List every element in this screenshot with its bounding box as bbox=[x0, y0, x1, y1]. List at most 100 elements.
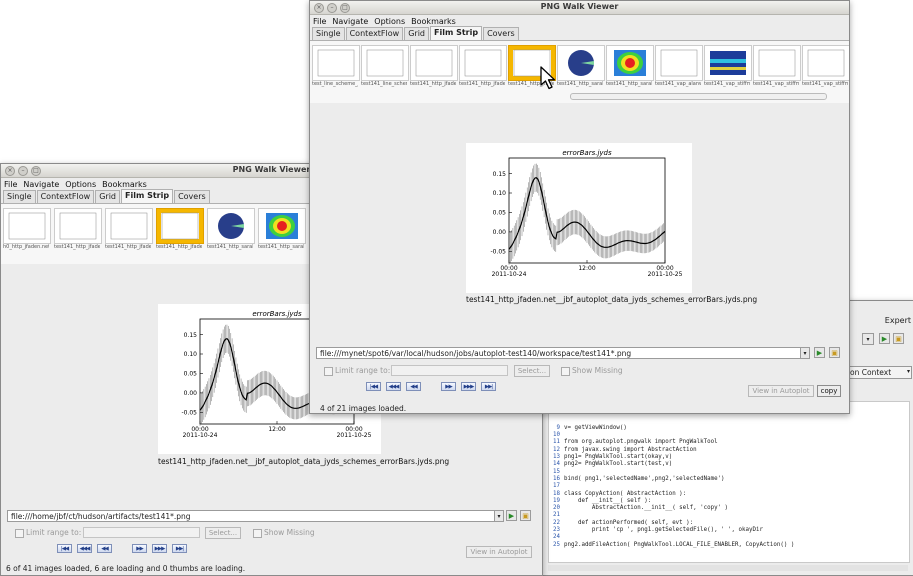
editor-combo[interactable]: ▾ bbox=[862, 333, 874, 345]
show-missing-checkbox[interactable] bbox=[253, 529, 262, 538]
plot-image: errorBars.jyds 0.15 0.10 0.05 0.00 -0.05 00:00… bbox=[466, 143, 692, 293]
x-date-label: 2011-10-24 bbox=[183, 432, 218, 439]
limit-range-checkbox[interactable] bbox=[324, 367, 333, 376]
limit-range-label: Limit range to: bbox=[26, 528, 82, 537]
thumbnail[interactable] bbox=[312, 45, 360, 81]
context-dropdown[interactable]: tion Context ▾ bbox=[842, 366, 912, 379]
thumbnail[interactable] bbox=[802, 45, 849, 81]
thumbnail-label: test141_vap_alanwade_RBSP-a bbox=[655, 81, 701, 87]
nav-buttons: |◀◀ ◀◀◀ ◀◀ ▶▶ ▶▶▶ ▶▶| bbox=[366, 382, 506, 392]
nav-button[interactable]: ◀◀ bbox=[406, 382, 421, 391]
code-area[interactable]: 9 10 11 12 13 14 15 16 17 18 19 20 21 22… bbox=[548, 401, 910, 563]
thumbnail[interactable] bbox=[410, 45, 458, 81]
nav-button[interactable]: ◀◀ bbox=[97, 544, 112, 553]
thumbnail-label: test141_http_jfaden.net__jbf_au bbox=[156, 244, 202, 250]
tab-contextflow[interactable]: ContextFlow bbox=[36, 190, 95, 203]
show-missing-checkbox[interactable] bbox=[561, 367, 570, 376]
y-tick-label: 0.10 bbox=[184, 351, 198, 358]
menu-options[interactable]: Options bbox=[374, 17, 405, 26]
limit-range-checkbox[interactable] bbox=[15, 529, 24, 538]
tab-film-strip[interactable]: Film Strip bbox=[430, 26, 483, 40]
nav-button[interactable]: ◀◀◀ bbox=[386, 382, 401, 391]
url-dropdown[interactable]: ▾ bbox=[494, 510, 504, 522]
thumbnail-label: test141_vap_stiffm_home_jbf_vo bbox=[704, 81, 750, 87]
tab-contextflow[interactable]: ContextFlow bbox=[345, 27, 404, 40]
window-title: PNG Walk Viewer bbox=[540, 2, 619, 11]
nav-button[interactable]: ▶▶▶ bbox=[461, 382, 476, 391]
tab-film-strip[interactable]: Film Strip bbox=[121, 189, 174, 203]
nav-button[interactable]: ▶▶ bbox=[132, 544, 147, 553]
film-strip[interactable]: test_line_scheme_jyd_jy_nulluntest141_li… bbox=[310, 41, 849, 103]
go-button[interactable]: ▶ bbox=[506, 510, 517, 521]
show-missing-label: Show Missing bbox=[264, 528, 315, 537]
nav-button[interactable]: |◀◀ bbox=[57, 544, 72, 553]
thumbnail[interactable] bbox=[557, 45, 605, 81]
view-in-autoplot-button[interactable]: View in Autoplot bbox=[748, 385, 814, 397]
expert-label[interactable]: Expert bbox=[885, 316, 911, 325]
plot-title: errorBars.jyds bbox=[252, 310, 302, 318]
code-line: bind( png1,'selectedName',png2,'selected… bbox=[564, 475, 725, 482]
thumbnail-label: test141_line_scheme_jyd_jy_nu bbox=[361, 81, 407, 87]
thumbnail[interactable] bbox=[105, 208, 153, 244]
code-text[interactable]: test= '/mynet/spot6/var/local/hudson/job… bbox=[564, 403, 850, 556]
code-line: v= getViewWindow() bbox=[564, 424, 627, 431]
thumbnail[interactable] bbox=[704, 45, 752, 81]
thumbnail[interactable] bbox=[606, 45, 654, 81]
url-field[interactable]: file:///home/jbf/ct/hudson/artifacts/tes… bbox=[7, 510, 497, 522]
menu-file[interactable]: File bbox=[4, 180, 17, 189]
thumbnail-label: h0_http_jfaden.net__jbf_autop bbox=[3, 244, 49, 250]
nav-button[interactable]: |◀◀ bbox=[366, 382, 381, 391]
nav-button[interactable]: ▶▶ bbox=[441, 382, 456, 391]
editor-go-button[interactable]: ▶ bbox=[879, 333, 890, 344]
limit-range-field[interactable] bbox=[391, 365, 508, 376]
editor-folder-button[interactable]: ▣ bbox=[893, 333, 904, 344]
thumbnail[interactable] bbox=[655, 45, 703, 81]
y-tick-label: 0.15 bbox=[184, 332, 198, 339]
url-dropdown[interactable]: ▾ bbox=[800, 347, 810, 359]
tab-single[interactable]: Single bbox=[312, 27, 345, 40]
menu-file[interactable]: File bbox=[313, 17, 326, 26]
tab-grid[interactable]: Grid bbox=[404, 27, 429, 40]
thumbnail[interactable] bbox=[207, 208, 255, 244]
thumbnail-label: test141_http_jfaden.net__jbf_au bbox=[54, 244, 100, 250]
thumbnail[interactable] bbox=[361, 45, 409, 81]
thumbnail-label: test141_http_sarahandjeremy.n bbox=[258, 244, 304, 250]
go-button[interactable]: ▶ bbox=[814, 347, 825, 358]
menu-bookmarks[interactable]: Bookmarks bbox=[102, 180, 147, 189]
thumbnail[interactable] bbox=[753, 45, 801, 81]
copy-button[interactable]: copy bbox=[817, 385, 841, 397]
code-line: png2.addFileAction( PngWalkTool.LOCAL_FI… bbox=[564, 541, 795, 548]
nav-button[interactable]: ◀◀◀ bbox=[77, 544, 92, 553]
thumbnail[interactable] bbox=[54, 208, 102, 244]
editor-scrollbar[interactable] bbox=[548, 565, 908, 571]
menu-navigate[interactable]: Navigate bbox=[23, 180, 59, 189]
thumbnail[interactable] bbox=[258, 208, 306, 244]
code-line: AbstractAction.__init__( self, 'copy' ) bbox=[564, 505, 729, 512]
nav-button[interactable]: ▶▶▶ bbox=[152, 544, 167, 553]
select-button[interactable]: Select... bbox=[205, 527, 241, 539]
menu-options[interactable]: Options bbox=[65, 180, 96, 189]
thumbnail[interactable] bbox=[3, 208, 51, 244]
url-field[interactable]: file:///mynet/spot6/var/local/hudson/job… bbox=[316, 347, 808, 359]
tab-single[interactable]: Single bbox=[3, 190, 36, 203]
thumbnail[interactable] bbox=[459, 45, 507, 81]
tab-covers[interactable]: Covers bbox=[483, 27, 519, 40]
folder-button[interactable]: ▣ bbox=[829, 347, 840, 358]
tab-covers[interactable]: Covers bbox=[174, 190, 210, 203]
limit-range-field[interactable] bbox=[83, 527, 200, 538]
folder-button[interactable]: ▣ bbox=[520, 510, 531, 521]
tab-grid[interactable]: Grid bbox=[95, 190, 120, 203]
select-button[interactable]: Select... bbox=[514, 365, 550, 377]
nav-button[interactable]: ▶▶| bbox=[481, 382, 496, 391]
view-in-autoplot-button[interactable]: View in Autoplot bbox=[466, 546, 532, 558]
context-label: tion Context bbox=[845, 368, 892, 377]
menu-bookmarks[interactable]: Bookmarks bbox=[411, 17, 456, 26]
menu-navigate[interactable]: Navigate bbox=[332, 17, 368, 26]
titlebar[interactable]: × – □ PNG Walk Viewer bbox=[310, 1, 849, 15]
thumbnail[interactable] bbox=[156, 208, 204, 244]
film-strip-scrollbar[interactable] bbox=[570, 93, 827, 100]
nav-button[interactable]: ▶▶| bbox=[172, 544, 187, 553]
